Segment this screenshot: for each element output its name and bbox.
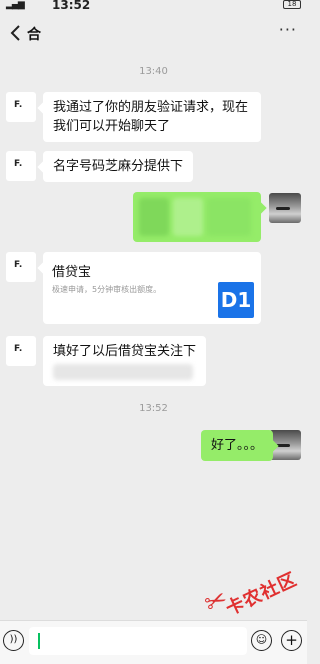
link-card[interactable]: 借贷宝 极速申请，5分钟审核出额度。 D1 — [43, 252, 261, 324]
message-text: 我通过了你的朋友验证请求，现在 — [53, 100, 249, 115]
redaction-blur — [53, 364, 193, 380]
contact-avatar[interactable]: F. — [6, 336, 36, 366]
battery-icon: 18 — [283, 0, 301, 9]
redaction-blur — [139, 198, 169, 236]
input-bar: )) ☺ + — [0, 620, 307, 664]
signal-icon: ▂▄▆ — [6, 0, 25, 10]
message-text: 名字号码芝麻分提供下 — [53, 159, 184, 174]
contact-avatar[interactable]: F. — [6, 92, 36, 122]
message-bubble-received[interactable]: 我通过了你的朋友验证请求，现在 我们可以开始聊天了 — [43, 92, 261, 142]
status-time: 13:52 — [52, 0, 91, 12]
timestamp: 13:40 — [139, 66, 168, 77]
voice-input-icon[interactable]: )) — [3, 630, 24, 651]
contact-avatar[interactable]: F. — [6, 151, 36, 181]
status-bar: ▂▄▆ 13:52 18 — [0, 0, 307, 14]
message-text: 填好了以后借贷宝关注下 — [53, 344, 197, 359]
card-description: 极速申请，5分钟审核出额度。 — [52, 285, 162, 294]
contact-avatar[interactable]: F. — [6, 252, 36, 282]
message-text: 我们可以开始聊天了 — [53, 119, 171, 134]
chat-header: 合 ··· — [0, 14, 307, 54]
timestamp: 13:52 — [139, 403, 168, 414]
text-cursor — [38, 633, 40, 649]
watermark-logo: ✂ 卡农社区 — [200, 569, 305, 625]
chat-title: 合 — [27, 27, 41, 43]
redaction-blur — [173, 198, 203, 236]
card-logo: D1 — [218, 282, 254, 318]
watermark-text: 卡农社区 — [222, 568, 301, 620]
message-bubble-sent[interactable]: 好了。。。 — [201, 430, 274, 461]
redaction-blur — [207, 198, 251, 236]
user-avatar[interactable] — [269, 193, 301, 223]
emoji-icon[interactable]: ☺ — [251, 630, 272, 651]
plus-icon[interactable]: + — [281, 630, 302, 651]
message-text: 好了。。。 — [211, 438, 264, 453]
message-bubble-received[interactable]: 填好了以后借贷宝关注下 — [43, 336, 206, 386]
message-bubble-received[interactable]: 名字号码芝麻分提供下 — [43, 151, 193, 182]
message-input[interactable] — [29, 627, 247, 655]
card-title: 借贷宝 — [52, 265, 92, 280]
message-bubble-sent-redacted[interactable] — [133, 192, 261, 242]
more-options-icon[interactable]: ··· — [279, 20, 297, 39]
back-arrow-icon[interactable] — [6, 22, 26, 44]
